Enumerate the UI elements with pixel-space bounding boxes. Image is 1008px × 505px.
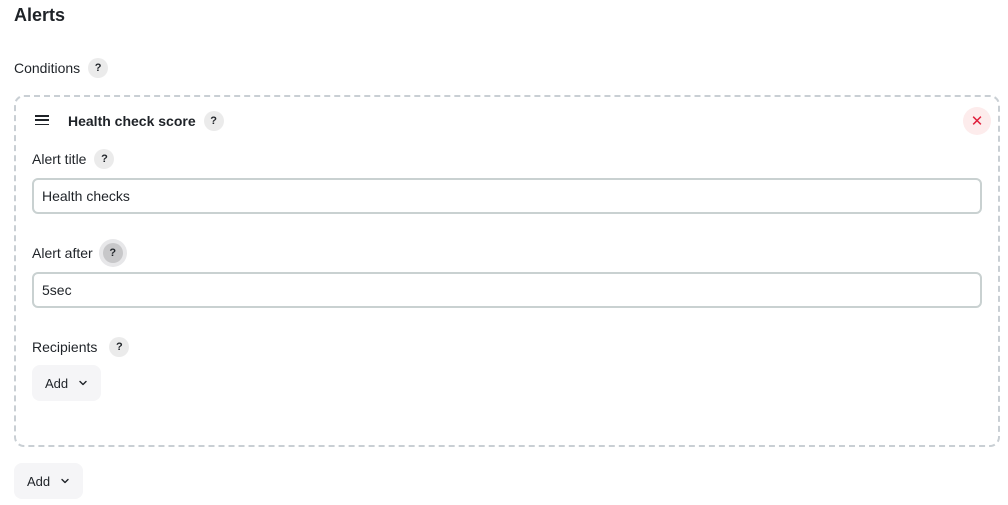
- chevron-down-icon: [79, 380, 87, 386]
- conditions-label: Conditions: [14, 60, 81, 76]
- alert-title-label-row: Alert title ?: [32, 149, 115, 169]
- conditions-header: Conditions ?: [14, 58, 109, 78]
- drag-handle-icon[interactable]: [35, 115, 49, 125]
- alert-title-help-icon[interactable]: ?: [94, 149, 115, 169]
- add-recipient-button[interactable]: Add: [32, 365, 102, 401]
- alert-after-help-icon[interactable]: ?: [102, 243, 123, 263]
- recipients-label-row: Recipients ?: [32, 337, 130, 357]
- alert-after-input[interactable]: [32, 272, 982, 308]
- recipients-label: Recipients: [32, 339, 98, 355]
- alert-title-label: Alert title: [32, 151, 87, 167]
- alert-after-label: Alert after: [32, 245, 93, 261]
- condition-help-icon[interactable]: ?: [203, 111, 224, 131]
- close-icon: ✕: [970, 113, 984, 130]
- add-recipient-label: Add: [45, 375, 69, 391]
- section-title: Alerts: [14, 5, 66, 25]
- recipients-help-icon[interactable]: ?: [109, 337, 130, 357]
- add-condition-button[interactable]: Add: [14, 463, 84, 499]
- condition-card-title: Health check score: [68, 113, 196, 129]
- remove-condition-button[interactable]: ✕: [963, 107, 991, 135]
- alert-title-input[interactable]: [32, 178, 982, 214]
- chevron-down-icon: [61, 478, 69, 484]
- conditions-help-icon[interactable]: ?: [88, 58, 109, 78]
- condition-card-header: Health check score ?: [68, 111, 224, 131]
- condition-card: Health check score ? ✕ Alert title ? Ale…: [14, 95, 1000, 447]
- add-condition-label: Add: [27, 473, 51, 489]
- alert-after-label-row: Alert after ?: [32, 243, 123, 263]
